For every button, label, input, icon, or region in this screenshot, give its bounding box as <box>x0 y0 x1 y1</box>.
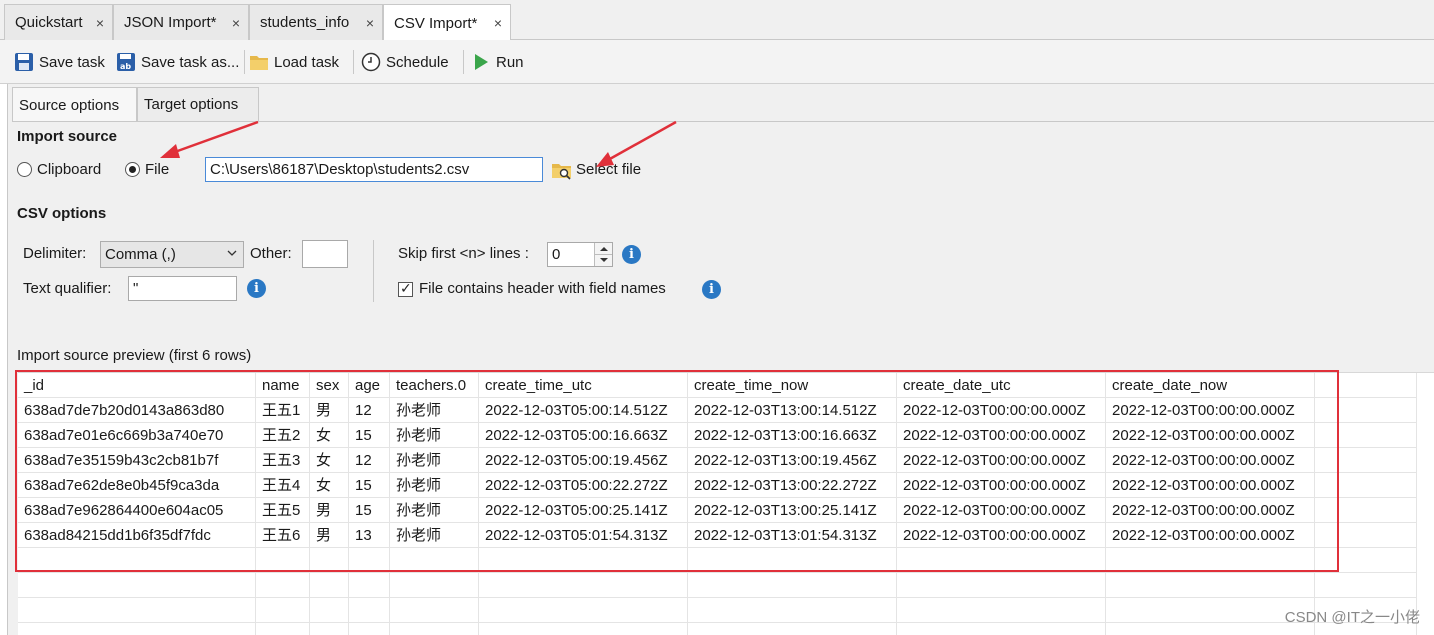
annotation-arrows <box>160 120 677 167</box>
watermark: CSDN @IT之一小佬 <box>1284 609 1420 626</box>
